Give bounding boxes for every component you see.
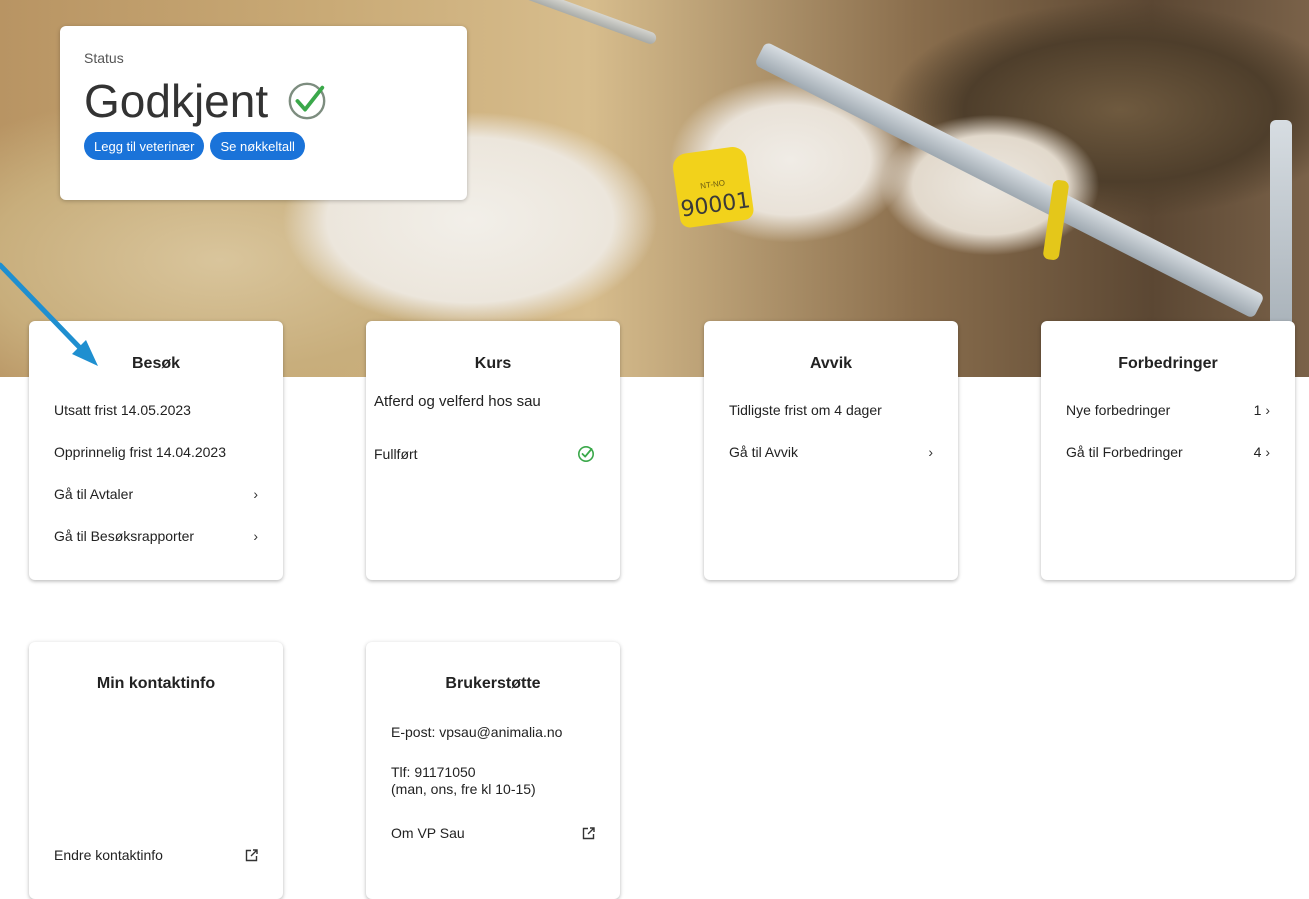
arrow-annotation-icon — [0, 262, 98, 366]
count-value: 4 — [1253, 444, 1262, 460]
card-title: Kurs — [474, 355, 512, 372]
about-vp-sau-link[interactable]: Om VP Sau — [391, 825, 595, 841]
original-deadline: Opprinnelig frist 14.04.2023 — [54, 444, 258, 460]
status-label: Status — [84, 50, 124, 66]
count-value: 1 — [1253, 402, 1262, 418]
fence-rail — [754, 41, 1265, 319]
row-label: Nye forbedringer — [1066, 402, 1171, 418]
row-label: Fullført — [374, 446, 418, 462]
check-circle-icon — [288, 82, 326, 120]
card-title: Brukerstøtte — [445, 675, 541, 692]
card-title: Forbedringer — [1118, 355, 1218, 372]
row-label: Gå til Avtaler — [54, 486, 134, 502]
chevron-right-icon: › — [1265, 444, 1270, 460]
new-improvements-link[interactable]: Nye forbedringer 1 › — [1066, 402, 1270, 418]
support-phone: Tlf: 91171050 (man, ons, fre kl 10-15) — [391, 764, 595, 798]
card-title: Min kontaktinfo — [96, 675, 216, 692]
row-label: Gå til Avvik — [729, 444, 798, 460]
row-label: Om VP Sau — [391, 825, 465, 841]
support-email: E-post: vpsau@animalia.no — [391, 724, 595, 740]
course-name: Atferd og velferd hos sau — [374, 393, 595, 410]
fence-rail — [522, 0, 658, 46]
go-to-visit-reports-link[interactable]: Gå til Besøksrapporter › — [54, 528, 258, 544]
row-label: Utsatt frist 14.05.2023 — [54, 402, 191, 418]
ear-tag-number: 90001 — [679, 188, 752, 223]
row-label: Tidligste frist om 4 dager — [729, 402, 882, 418]
postponed-deadline: Utsatt frist 14.05.2023 — [54, 402, 258, 418]
row-label: Endre kontaktinfo — [54, 847, 163, 863]
contact-info-card: Min kontaktinfo Endre kontaktinfo — [29, 642, 283, 899]
go-to-agreements-link[interactable]: Gå til Avtaler › — [54, 486, 258, 502]
chevron-right-icon: › — [253, 486, 258, 502]
opening-hours: (man, ons, fre kl 10-15) — [391, 781, 536, 797]
go-to-deviations-link[interactable]: Gå til Avvik › — [729, 444, 933, 460]
deviations-card: Avvik Tidligste frist om 4 dager Gå til … — [704, 321, 958, 580]
phone-number: Tlf: 91171050 — [391, 764, 476, 780]
row-label: Opprinnelig frist 14.04.2023 — [54, 444, 226, 460]
course-status: Fullført — [374, 445, 595, 463]
edit-contact-info-link[interactable]: Endre kontaktinfo — [54, 847, 258, 863]
support-card: Brukerstøtte E-post: vpsau@animalia.no T… — [366, 642, 620, 899]
earliest-deadline: Tidligste frist om 4 dager — [729, 402, 933, 418]
ear-tag: NT-NO 90001 — [671, 145, 755, 229]
row-label: Gå til Forbedringer — [1066, 444, 1183, 460]
go-to-improvements-link[interactable]: Gå til Forbedringer 4 › — [1066, 444, 1270, 460]
chevron-right-icon: › — [928, 444, 933, 460]
course-card: Kurs Atferd og velferd hos sau Fullført — [366, 321, 620, 580]
card-title: Avvik — [809, 355, 853, 372]
external-link-icon — [582, 826, 595, 839]
row-count: 1 › — [1254, 402, 1270, 418]
row-label: E-post: vpsau@animalia.no — [391, 724, 563, 740]
ear-tag-code: NT-NO — [699, 178, 726, 191]
improvements-card: Forbedringer Nye forbedringer 1 › Gå til… — [1041, 321, 1295, 580]
status-value-row: Godkjent — [84, 74, 443, 128]
key-figures-button[interactable]: Se nøkkeltall — [210, 132, 305, 160]
check-circle-icon — [578, 446, 594, 462]
status-value: Godkjent — [84, 75, 269, 127]
row-count: 4 › — [1254, 444, 1270, 460]
row-label: Gå til Besøksrapporter — [54, 528, 195, 544]
chevron-right-icon: › — [253, 528, 258, 544]
external-link-icon — [245, 848, 258, 861]
row-label: Atferd og velferd hos sau — [374, 393, 541, 410]
chevron-right-icon: › — [1265, 402, 1270, 418]
status-actions: Legg til veterinær Se nøkkeltall — [84, 132, 443, 160]
status-card: Status Godkjent Legg til veterinær Se nø… — [60, 26, 467, 200]
